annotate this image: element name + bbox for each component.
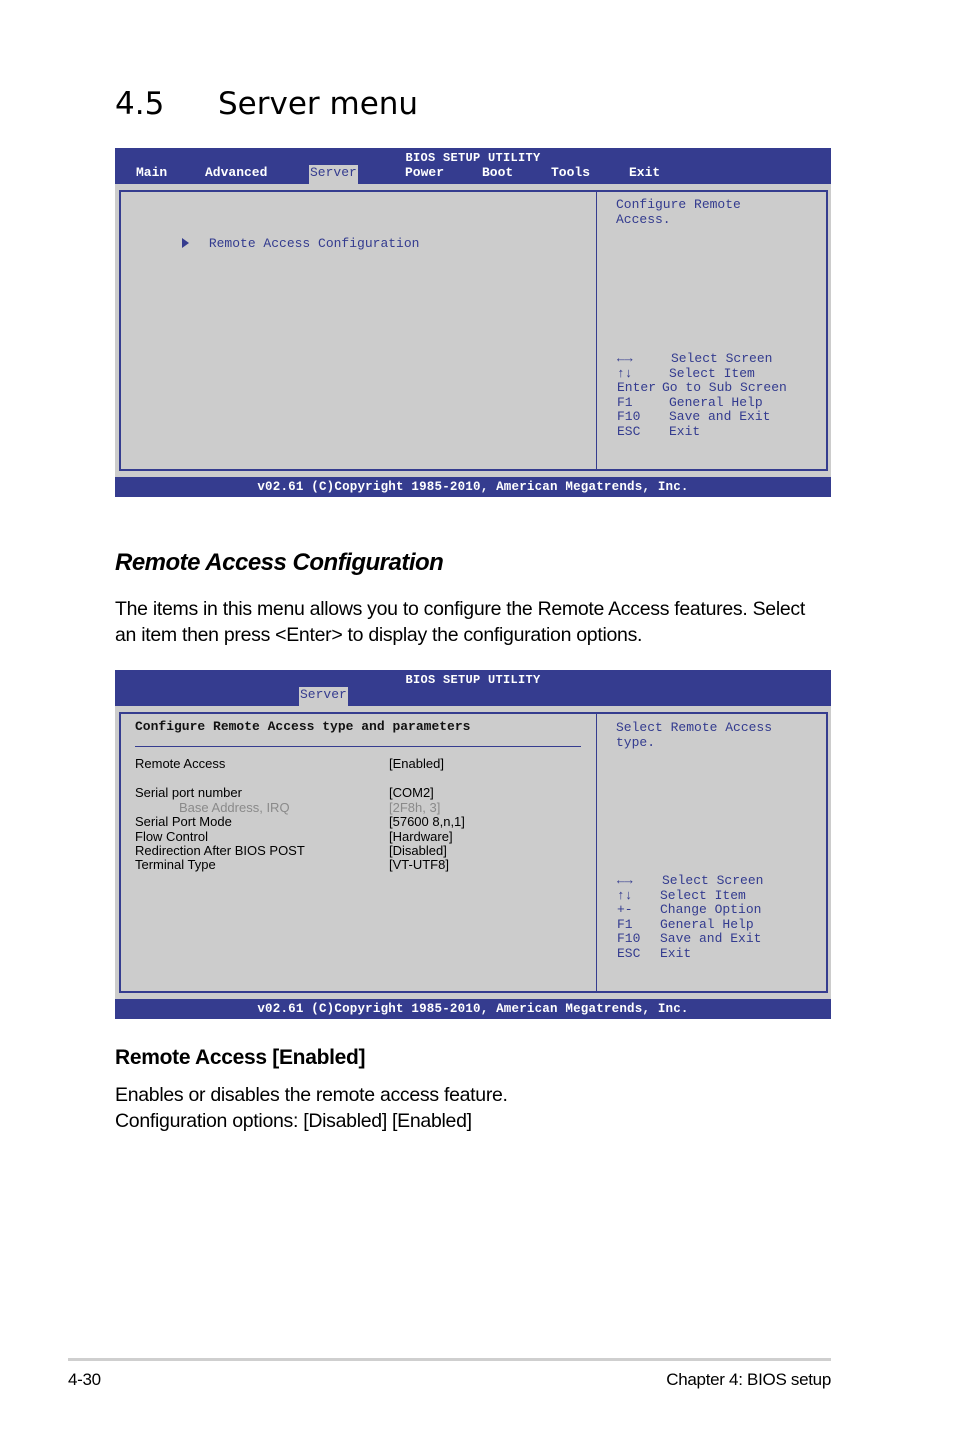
remote-access-enabled-heading: Remote Access [Enabled] bbox=[115, 1046, 366, 1069]
key-action: General Help bbox=[660, 916, 754, 932]
key-arrows-lr: ←→ bbox=[617, 351, 633, 366]
section-number: 4.5 bbox=[115, 86, 165, 122]
bios-utility-title: BIOS SETUP UTILITY bbox=[405, 673, 541, 687]
key-row: F1 General Help bbox=[617, 394, 787, 411]
setting-value: [57600 8,n,1] bbox=[389, 814, 465, 829]
tab-advanced[interactable]: Advanced bbox=[204, 165, 268, 184]
setting-label: Serial Port Mode bbox=[135, 814, 232, 829]
tab-main[interactable]: Main bbox=[135, 165, 168, 184]
key-action: Select Screen bbox=[662, 873, 764, 888]
key-esc: ESC bbox=[617, 423, 641, 439]
tab-exit[interactable]: Exit bbox=[628, 165, 661, 184]
remote-access-configuration-heading: Remote Access Configuration bbox=[115, 549, 444, 576]
key-row: ↑↓ Select Item bbox=[617, 887, 763, 904]
setting-value: [VT-UTF8] bbox=[389, 857, 449, 872]
key-f10: F10 bbox=[617, 409, 641, 424]
key-row: Enter Go to Sub Screen bbox=[617, 380, 787, 396]
description-line-2: Configuration options: [Disabled] [Enabl… bbox=[115, 1110, 472, 1132]
key-legend: ←→ Select Screen ↑↓ Select Item Enter Go to… bbox=[617, 351, 787, 440]
setting-value: [Enabled] bbox=[389, 756, 444, 771]
key-arrows-ud: ↑↓ bbox=[617, 365, 633, 381]
key-row: ↑↓ Select Item bbox=[617, 365, 787, 382]
setting-label: Terminal Type bbox=[135, 857, 216, 872]
setting-value: [COM2] bbox=[389, 785, 434, 800]
tab-server[interactable]: Server bbox=[309, 165, 358, 184]
panel-divider bbox=[596, 192, 597, 469]
intro-line-2: an item then press <Enter> to display th… bbox=[115, 624, 643, 646]
key-action: Exit bbox=[660, 945, 692, 961]
key-enter: Enter bbox=[617, 380, 657, 395]
help-text: Configure Remote Access. bbox=[616, 197, 741, 227]
key-arrows-ud: ↑↓ bbox=[617, 887, 633, 903]
bios-title-bar: BIOS SETUP UTILITY Main Advanced Server … bbox=[115, 148, 831, 184]
description-line-1: Enables or disables the remote access fe… bbox=[115, 1084, 508, 1106]
key-plus-minus: +- bbox=[617, 902, 633, 917]
section-title: 4.5 Server menu bbox=[115, 86, 418, 122]
key-f1: F1 bbox=[617, 394, 633, 410]
bios-utility-title: BIOS SETUP UTILITY bbox=[405, 151, 541, 165]
key-f10: F10 bbox=[617, 931, 641, 946]
page-number: 4-30 bbox=[68, 1370, 101, 1389]
bios-screen-server-menu: BIOS SETUP UTILITY Main Advanced Server … bbox=[115, 148, 831, 497]
key-row: +- Change Option bbox=[617, 902, 763, 918]
key-action: Go to Sub Screen bbox=[662, 380, 787, 395]
setting-remote-access[interactable]: Remote Access [Enabled] bbox=[135, 756, 444, 772]
key-f1: F1 bbox=[617, 916, 633, 932]
key-action: Change Option bbox=[660, 902, 762, 917]
bios-body: Remote Access Configuration Configure Re… bbox=[115, 184, 831, 477]
triangle-right-icon bbox=[181, 238, 189, 248]
tab-power[interactable]: Power bbox=[404, 165, 445, 184]
tab-server[interactable]: Server bbox=[299, 687, 348, 706]
submenu-item-label: Remote Access Configuration bbox=[208, 236, 420, 251]
setting-serial-port-number[interactable]: Serial port number [COM2] bbox=[135, 785, 434, 801]
help-text: Select Remote Access type. bbox=[616, 720, 773, 750]
setting-terminal-type[interactable]: Terminal Type [VT-UTF8] bbox=[135, 857, 449, 873]
key-row: F10 Save and Exit bbox=[617, 931, 763, 947]
setting-serial-port-mode[interactable]: Serial Port Mode [57600 8,n,1] bbox=[135, 814, 465, 830]
chapter-label: Chapter 4: BIOS setup bbox=[666, 1370, 831, 1389]
tab-boot[interactable]: Boot bbox=[481, 165, 514, 184]
key-action: General Help bbox=[669, 394, 763, 410]
key-row: ESC Exit bbox=[617, 945, 763, 962]
setting-value: [Disabled] bbox=[389, 843, 447, 858]
key-row: ←→ Select Screen bbox=[617, 873, 764, 889]
key-action: Exit bbox=[669, 423, 701, 439]
key-row: F10 Save and Exit bbox=[617, 409, 787, 425]
key-row: F1 General Help bbox=[617, 916, 763, 933]
submenu-item-remote-access-configuration[interactable]: Remote Access Configuration bbox=[135, 221, 419, 266]
remote-access-description: Enables or disables the remote access fe… bbox=[115, 1082, 508, 1134]
setting-label: Remote Access bbox=[135, 756, 226, 771]
key-esc: ESC bbox=[617, 945, 641, 961]
page-footer-rule bbox=[68, 1358, 831, 1361]
panel-divider bbox=[596, 714, 597, 991]
tab-tools[interactable]: Tools bbox=[550, 165, 591, 184]
section-title-text: Server menu bbox=[218, 86, 419, 122]
key-action: Select Item bbox=[669, 365, 755, 381]
intro-line-1: The items in this menu allows you to con… bbox=[115, 598, 805, 620]
key-row: ←→ Select Screen bbox=[617, 351, 787, 367]
panel-title-underline bbox=[135, 746, 581, 747]
bios-copyright-footer: v02.61 (C)Copyright 1985-2010, American … bbox=[115, 477, 831, 497]
intro-paragraph: The items in this menu allows you to con… bbox=[115, 596, 805, 648]
key-action: Save and Exit bbox=[669, 409, 771, 424]
key-legend: ←→ Select Screen ↑↓ Select Item +- Change O… bbox=[617, 873, 764, 962]
key-action: Select Screen bbox=[671, 351, 773, 366]
key-row: ESC Exit bbox=[617, 423, 787, 440]
setting-label: Serial port number bbox=[135, 785, 242, 800]
key-action: Select Item bbox=[660, 887, 746, 903]
bios-title-bar: BIOS SETUP UTILITY Server bbox=[115, 670, 831, 706]
key-action: Save and Exit bbox=[660, 931, 762, 946]
setting-value: [Hardware] bbox=[389, 829, 453, 844]
setting-value: [2F8h, 3] bbox=[389, 800, 441, 815]
key-arrows-lr: ←→ bbox=[617, 873, 633, 888]
bios-copyright-footer: v02.61 (C)Copyright 1985-2010, American … bbox=[115, 999, 831, 1019]
panel-title: Configure Remote Access type and paramet… bbox=[135, 719, 471, 734]
